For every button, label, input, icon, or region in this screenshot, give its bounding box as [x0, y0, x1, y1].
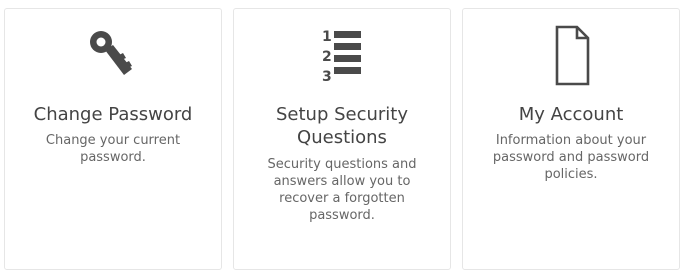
change-password-description: Change your current password.	[45, 133, 181, 165]
numbered-list-icon: 1 2 3	[234, 23, 450, 89]
change-password-card[interactable]: Change Password Change your current pass…	[4, 8, 222, 270]
my-account-card[interactable]: My Account Information about your passwo…	[462, 8, 680, 270]
setup-security-questions-description: Security questions and answers allow you…	[267, 157, 417, 223]
list-number-3: 3	[322, 69, 332, 85]
setup-security-questions-title: Setup Security Questions	[275, 104, 409, 148]
list-number-2: 2	[322, 49, 332, 65]
key-icon	[5, 23, 221, 89]
setup-security-questions-card[interactable]: 1 2 3 Setup Security Questions Security …	[233, 8, 451, 270]
my-account-description: Information about your password and pass…	[492, 133, 650, 182]
document-icon	[463, 23, 679, 89]
my-account-title: My Account	[518, 104, 624, 125]
list-number-1: 1	[322, 29, 332, 45]
change-password-title: Change Password	[33, 104, 193, 125]
